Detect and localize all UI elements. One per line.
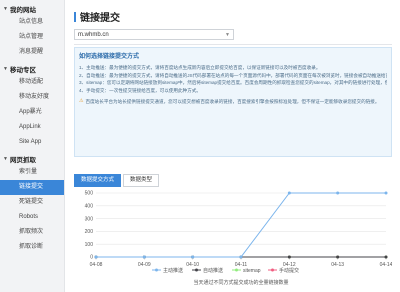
sidebar-item[interactable]: 死链提交 bbox=[0, 195, 64, 210]
chart-svg: 010020030040050004-08 04-09 04-10 04-11 04-1… bbox=[85, 191, 392, 286]
triangle-down-icon: ▼ bbox=[3, 155, 8, 162]
data-point bbox=[384, 191, 388, 195]
legend-label: 自动推送 bbox=[203, 267, 223, 274]
data-point bbox=[94, 255, 98, 259]
info-line: 4、手动提交：一次性提交链接给百度，可以使用此种方式。 bbox=[79, 87, 201, 93]
sidebar-item[interactable]: 移动适配 bbox=[0, 75, 64, 90]
page-title: 链接提交 bbox=[74, 9, 120, 24]
y-tick-label: 400 bbox=[85, 204, 94, 210]
legend-marker bbox=[235, 268, 238, 272]
sidebar-item[interactable]: 链接提交 bbox=[0, 180, 64, 195]
data-point bbox=[239, 255, 243, 259]
sidebar-section[interactable]: ▼ 网页抓取 bbox=[0, 152, 64, 165]
y-tick-label: 0 bbox=[90, 255, 93, 261]
data-point bbox=[384, 255, 388, 259]
sidebar-item[interactable]: 站点管理 bbox=[0, 30, 64, 45]
warning-icon: ⚠ bbox=[79, 98, 84, 105]
page-title-text: 链接提交 bbox=[80, 13, 120, 24]
sidebar-item[interactable]: App暴光 bbox=[0, 105, 64, 120]
chart: 0 100 200 300 400 500 04-08 04-09 04-10 04-11 04-1… bbox=[74, 187, 392, 290]
sidebar-section-label: 移动专区 bbox=[9, 66, 36, 74]
sidebar-item[interactable]: 抓取频次 bbox=[0, 225, 64, 240]
x-tick-label: 04-14 bbox=[380, 262, 392, 268]
series-line bbox=[96, 192, 386, 258]
info-line: 2、自动推送：最为便捷的提交方式，请将自动推送的JS代码部署在站点的每一个页面源… bbox=[79, 72, 387, 78]
site-select[interactable]: m.whmb.cn ▼ bbox=[74, 29, 234, 40]
y-tick-label: 200 bbox=[85, 229, 94, 235]
data-point bbox=[287, 191, 291, 195]
y-tick-label: 300 bbox=[85, 216, 94, 222]
info-line: 3、sitemap：您可以定期将网站链接放到sitemap中，然后将sitema… bbox=[79, 80, 387, 86]
data-point bbox=[336, 255, 340, 259]
divider bbox=[74, 44, 392, 45]
data-point bbox=[142, 255, 146, 259]
data-point bbox=[191, 255, 195, 259]
sidebar-item[interactable]: 抓取诊断 bbox=[0, 240, 64, 255]
sidebar-item[interactable]: Site App bbox=[0, 135, 64, 150]
sidebar-item[interactable]: 索引量 bbox=[0, 165, 64, 180]
tab-data-type[interactable]: 数据类型 bbox=[123, 174, 160, 187]
info-line: 1、主动推送：最为便捷的提交方式，请将百度站点生成新内容后立即提交给百度，以保证… bbox=[79, 65, 321, 70]
sidebar-section-label: 我的网站 bbox=[9, 6, 36, 14]
y-tick-label: 100 bbox=[85, 242, 94, 248]
info-heading: 如何选择链接提交方式 bbox=[79, 54, 140, 60]
sidebar: ▼ 我的网站 站点信息 站点管理 消息提醒 ▼ 移动专区 移动适配 移动友好度 App暴光 AppL… bbox=[0, 0, 65, 292]
info-notice: ⚠ 百度站长平台为站长提供链接提交通道，您可以提交想被百度收录的链接，百度搜索引… bbox=[79, 98, 387, 105]
legend-label: sitemap bbox=[243, 268, 261, 274]
x-tick-label: 04-10 bbox=[186, 262, 199, 268]
main-content: 链接提交 m.whmb.cn ▼ 如何选择链接提交方式 1、主动推送：最为便捷的… bbox=[64, 0, 400, 292]
sidebar-item[interactable]: 站点信息 bbox=[0, 15, 64, 30]
y-tick-label: 500 bbox=[85, 191, 94, 197]
legend-marker bbox=[195, 268, 198, 272]
sidebar-section[interactable]: ▼ 移动专区 bbox=[0, 62, 64, 75]
chart-tabs: 数据提交方式 数据类型 bbox=[74, 174, 161, 187]
x-tick-label: 04-09 bbox=[138, 262, 151, 268]
sidebar-item[interactable]: AppLink bbox=[0, 120, 64, 135]
legend-marker bbox=[271, 268, 274, 272]
triangle-down-icon: ▼ bbox=[3, 65, 8, 72]
x-tick-label: 04-08 bbox=[90, 262, 103, 268]
sidebar-section-label: 网页抓取 bbox=[9, 156, 36, 164]
data-point bbox=[336, 191, 340, 195]
legend-label: 手动提交 bbox=[279, 267, 299, 274]
x-tick-label: 04-13 bbox=[331, 262, 344, 268]
data-point bbox=[287, 255, 291, 259]
chart-caption: 当天通过不同方式提交成功的全量链接数量 bbox=[193, 279, 288, 286]
legend-marker bbox=[155, 268, 158, 272]
legend-label: 主动推送 bbox=[163, 267, 183, 274]
triangle-down-icon: ▼ bbox=[3, 5, 8, 12]
info-panel: 如何选择链接提交方式 1、主动推送：最为便捷的提交方式，请将百度站点生成新内容后… bbox=[74, 47, 392, 157]
title-accent bbox=[74, 11, 76, 22]
sidebar-item[interactable]: 消息提醒 bbox=[0, 45, 64, 60]
sidebar-section[interactable]: ▼ 我的网站 bbox=[0, 2, 64, 15]
chevron-down-icon: ▼ bbox=[225, 32, 230, 38]
tab-submit-method[interactable]: 数据提交方式 bbox=[74, 174, 122, 187]
site-select-value: m.whmb.cn bbox=[78, 32, 109, 38]
info-notice-text: 百度站长平台为站长提供链接提交通道，您可以提交想被百度收录的链接，百度搜索引擎会… bbox=[85, 99, 380, 105]
sidebar-item[interactable]: 移动友好度 bbox=[0, 90, 64, 105]
sidebar-item[interactable]: Robots bbox=[0, 210, 64, 225]
